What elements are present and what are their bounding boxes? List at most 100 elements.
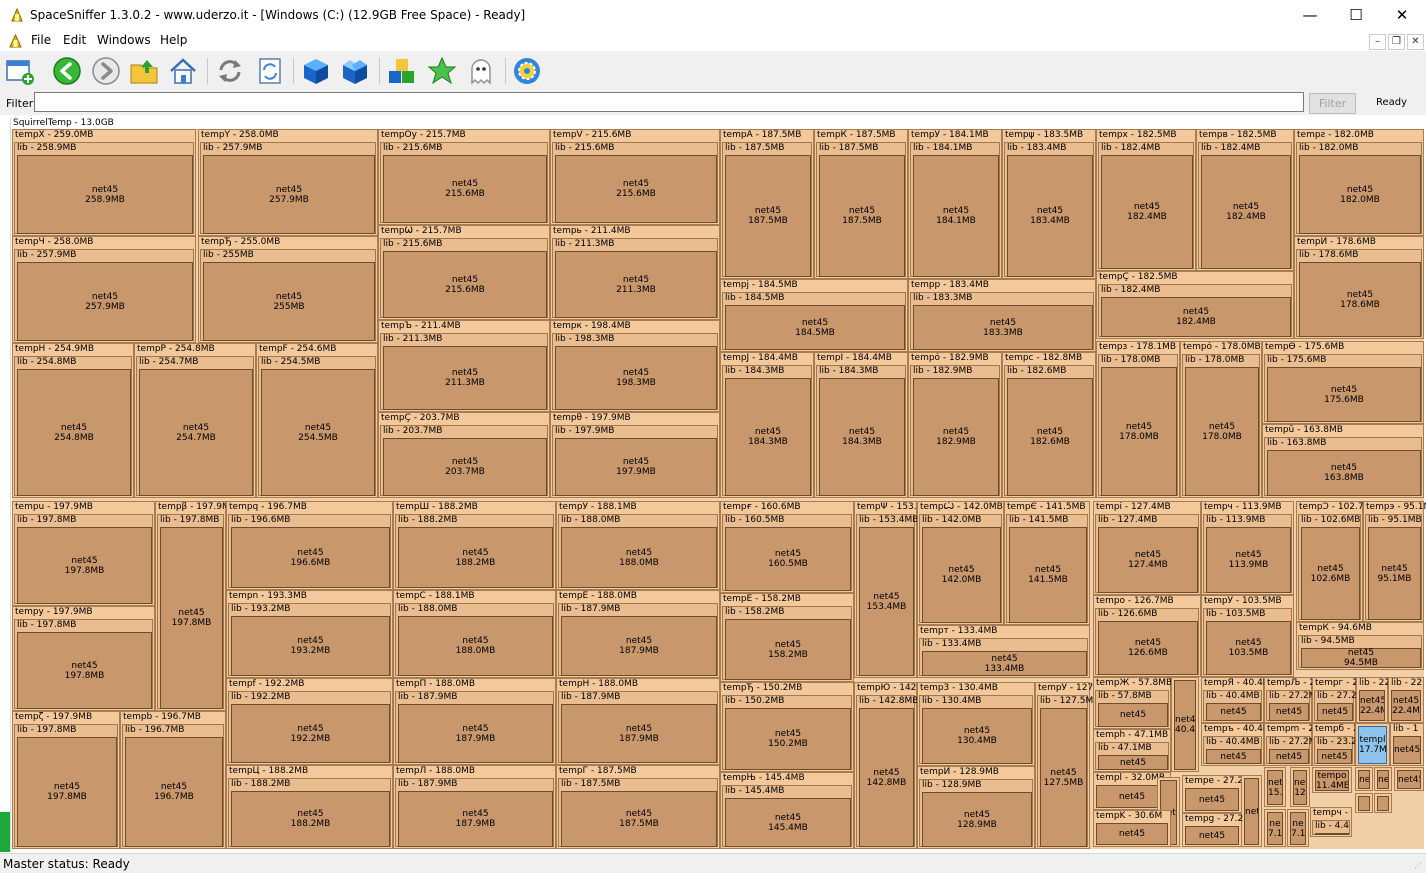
resize-grip[interactable]: ⋰ <box>1414 861 1424 871</box>
maximize-button[interactable]: ☐ <box>1333 0 1379 31</box>
treemap-folder-temp[interactable]: tempE - 188.0MB lib - 187.9MB net45 187.9M… <box>556 590 720 678</box>
treemap-folder-temp[interactable]: tempЙ - 178.6MB lib - 178.6MB net45 178.6M… <box>1294 236 1424 339</box>
treemap-folder-temp[interactable]: tempь - 211.4MB lib - 211.3MB net45 211.3M… <box>550 225 720 320</box>
treemap-folder-temp[interactable]: tempX - 259.0MB lib - 258.9MB net45 258.9M… <box>12 129 196 236</box>
treemap-folder-lib[interactable]: lib - 254.7MB net45 254.7MB <box>136 356 254 496</box>
treemap-folder-lib[interactable]: lib - 197.8MB net45 197.8MB <box>14 724 118 847</box>
treemap-folder-temp[interactable]: tempЮ - 142.8 lib - 142.8MB net45 142.8MB <box>854 682 925 849</box>
new-window-icon[interactable] <box>5 56 35 86</box>
treemap-folder-net45[interactable]: net45 182.6MB <box>1007 378 1093 496</box>
treemap-folder-net45[interactable]: net45 187.9MB <box>398 791 553 847</box>
treemap-folder-net45[interactable]: net45 <box>1269 703 1309 721</box>
treemap-folder-temp[interactable]: tempH - 188.0MB lib - 187.9MB net45 187.9M… <box>556 678 720 765</box>
treemap-folder-net45[interactable]: net45 193.2MB <box>231 616 390 676</box>
treemap-folder-temp[interactable]: tempЛ - 188.0MB lib - 187.9MB net45 187.9M… <box>393 765 556 849</box>
treemap-folder-net45[interactable]: net45 187.5MB <box>725 155 811 277</box>
treemap-folder-lib[interactable]: lib - 153.4MB net45 153.4MB <box>856 514 918 676</box>
treemap-folder-lib[interactable]: lib - 27.2 net45 <box>1314 690 1357 721</box>
treemap-folder-net45[interactable]: net45 <box>1397 770 1421 789</box>
treemap-folder-temp[interactable]: tempb - 196.7MB lib - 196.7MB net45 196.7M… <box>120 711 226 849</box>
treemap-folder-net45[interactable]: net45 187.5MB <box>561 791 717 847</box>
treemap-folder-temp[interactable]: tempв - 182.5MB lib - 182.4MB net45 182.4M… <box>1196 129 1294 271</box>
treemap-folder-net45[interactable]: net45 183.4MB <box>1007 155 1093 277</box>
treemap-folder-temp[interactable]: tempf - 192.2MB lib - 192.2MB net45 192.2M… <box>226 678 393 765</box>
treemap-folder-temp[interactable]: tempЦ - 188.2MB lib - 188.2MB net45 188.2M… <box>226 765 393 849</box>
treemap-folder-lib[interactable]: lib - 187.5MB net45 187.5MB <box>722 142 812 277</box>
treemap-folder-net45[interactable]: tempo 11.4ME <box>1315 770 1349 791</box>
mdi-restore-button[interactable]: ❐ <box>1388 34 1405 50</box>
treemap-folder-lib[interactable]: lib - 215.6MB net45 215.6MB <box>380 142 548 223</box>
treemap-folder-temp[interactable]: tempъ - 40.4M lib - 40.4MB net45 <box>1201 723 1271 766</box>
treemap-folder-temp[interactable]: tempз - 178.1MB lib - 178.0MB net45 178.0M… <box>1096 341 1180 498</box>
blue-cube-icon[interactable] <box>301 56 331 86</box>
treemap-folder-temp[interactable]: net4 40.4 <box>1171 677 1199 772</box>
treemap-folder-lib[interactable]: lib - 215.6MB net45 215.6MB <box>380 238 548 318</box>
treemap-folder-net45[interactable]: net45 257.9MB <box>203 155 375 234</box>
treemap-folder-net45[interactable]: net45 182.4MB <box>1101 297 1291 337</box>
treemap-folder-lib[interactable]: lib - 184.1MB net45 184.1MB <box>910 142 1000 277</box>
treemap-folder-temp[interactable]: tempx - 182.5MB lib - 182.4MB net45 182.4M… <box>1096 129 1196 271</box>
treemap[interactable]: tempX - 259.0MB lib - 258.9MB net45 258.9M… <box>12 129 1426 849</box>
treemap-folder-lib[interactable]: lib - 103.5MB net45 103.5MB <box>1203 608 1292 675</box>
treemap-folder-net45[interactable]: net45 255MB <box>203 262 375 341</box>
treemap-folder-lib[interactable]: lib - 188.0MB net45 188.0MB <box>395 603 554 676</box>
treemap-folder-net45[interactable]: net45 12 <box>1293 770 1307 805</box>
treemap-folder-temp[interactable]: tempq - 196.7MB lib - 196.6MB net45 196.6M… <box>226 501 393 590</box>
treemap-folder-temp[interactable]: tempк - 198.4MB lib - 198.3MB net45 198.3M… <box>550 320 720 412</box>
treemap-folder-lib[interactable]: lib - 182.4MB net45 182.4MB <box>1098 142 1194 269</box>
ghost-icon[interactable] <box>466 56 496 86</box>
treemap-folder-temp[interactable]: temph - 47.1MB lib - 47.1MB net45 <box>1093 729 1171 772</box>
treemap-folder-temp[interactable]: lib - 22 net45 22.4M <box>1356 677 1390 723</box>
treemap-folder-net45[interactable]: net45 183.3MB <box>913 305 1093 350</box>
treemap-folder-net45[interactable]: net45 184.1MB <box>913 155 999 277</box>
treemap-folder-net45[interactable]: net45 95.1MB <box>1368 527 1421 620</box>
treemap-folder-lib[interactable]: lib - 182.6MB net45 182.6MB <box>1004 365 1094 496</box>
treemap-folder-temp[interactable]: tempY - 258.0MB lib - 257.9MB net45 257.9M… <box>198 129 378 236</box>
treemap-folder-temp[interactable]: tempт - 133.4MB lib - 133.4MB net45 133.4M… <box>917 625 1090 678</box>
up-folder-icon[interactable] <box>129 56 159 86</box>
treemap-folder-temp[interactable]: tempψ - 183.5MB lib - 183.4MB net45 183.4M… <box>1002 129 1096 279</box>
treemap-folder-lib[interactable]: lib - 258.9MB net45 258.9MB <box>14 142 194 234</box>
treemap-folder-temp[interactable]: tempП - 188.0MB lib - 187.9MB net45 187.9M… <box>393 678 556 765</box>
treemap-folder-lib[interactable]: lib - 175.6MB net45 175.6MB <box>1264 354 1422 422</box>
treemap-folder-net45[interactable]: net45 211.3MB <box>383 346 547 410</box>
treemap-folder-net45[interactable]: net45 258.9MB <box>17 155 193 234</box>
treemap-folder-temp[interactable]: tempĖ - 158.2MB lib - 158.2MB net45 158.2M… <box>720 593 854 682</box>
treemap-folder-temp[interactable]: net4 <box>1241 775 1262 847</box>
treemap-folder-temp[interactable]: tempV - 215.6MB lib - 215.6MB net45 215.6M… <box>550 129 720 225</box>
treemap-folder-net45[interactable]: net45 188.2MB <box>398 527 553 588</box>
treemap-folder-net45[interactable]: net45 153.4MB <box>859 527 914 676</box>
treemap-folder-lib[interactable]: lib - 95.1MB net45 95.1MB <box>1365 514 1422 620</box>
menu-edit[interactable]: Edit <box>63 33 86 47</box>
treemap-folder-lib[interactable]: lib - 178.0MB net45 178.0MB <box>1098 354 1178 496</box>
treemap-folder-lib[interactable]: lib - 196.6MB net45 196.6MB <box>228 514 391 588</box>
treemap-folder-lib[interactable]: lib - 142.8MB net45 142.8MB <box>856 695 918 847</box>
treemap-folder-temp[interactable]: tempК - 94.6MB lib - 94.5MB net45 94.5MB <box>1296 622 1424 670</box>
treemap-folder-temp[interactable]: tempЊ - 145.4MB lib - 145.4MB net45 145.4M… <box>720 772 854 849</box>
treemap-folder-net45[interactable]: net45 94.5MB <box>1301 648 1421 668</box>
treemap-folder-lib[interactable]: lib - 184.3MB net45 184.3MB <box>816 365 906 496</box>
close-button[interactable]: ✕ <box>1379 0 1425 31</box>
treemap-folder-temp[interactable]: tempÇ - 203.7MB lib - 203.7MB net45 203.7M… <box>378 412 550 498</box>
treemap-folder-net45[interactable]: net45 102.6MB <box>1301 527 1360 620</box>
treemap-folder-net45[interactable]: net45 142.0MB <box>922 527 1001 623</box>
treemap-folder-net45[interactable]: net45 160.5MB <box>725 527 851 591</box>
treemap-folder-net45[interactable] <box>1358 796 1370 811</box>
treemap-folder-lib[interactable]: lib - 257.9MB net45 257.9MB <box>14 249 194 341</box>
treemap-folder-lib[interactable]: lib - 126.6MB net45 126.6MB <box>1095 608 1199 675</box>
treemap-folder-temp[interactable]: tempГ - 187.5MB lib - 187.5MB net45 187.5M… <box>556 765 720 849</box>
treemap-folder-temp[interactable]: tempÇ - 182.5MB lib - 182.4MB net45 182.4M… <box>1096 271 1294 339</box>
treemap-folder-net45[interactable]: net45 145.4MB <box>725 798 851 847</box>
treemap-folder-temp[interactable]: ne <box>1355 767 1373 791</box>
menu-file[interactable]: File <box>31 33 51 47</box>
treemap-folder-temp[interactable]: tempo 11.4ME <box>1312 767 1352 793</box>
treemap-folder-net45[interactable]: net45 187.5MB <box>819 155 905 277</box>
treemap-folder-net45[interactable]: net45 <box>1317 703 1353 721</box>
treemap-folder-lib[interactable]: lib - 255MB net45 255MB <box>200 249 376 341</box>
treemap-folder-lib[interactable]: lib - 187.5MB net45 187.5MB <box>816 142 906 277</box>
treemap-folder-net45[interactable] <box>1315 833 1349 835</box>
treemap-folder-lib[interactable]: lib - 127.5M net45 127.5MB <box>1037 695 1093 847</box>
treemap-folder-lib[interactable]: lib - 133.4MB net45 133.4MB <box>919 638 1088 676</box>
treemap-folder-temp[interactable]: tempF - 254.6MB lib - 254.5MB net45 254.5M… <box>256 343 378 498</box>
treemap-folder-temp[interactable]: ne <box>1374 767 1392 791</box>
